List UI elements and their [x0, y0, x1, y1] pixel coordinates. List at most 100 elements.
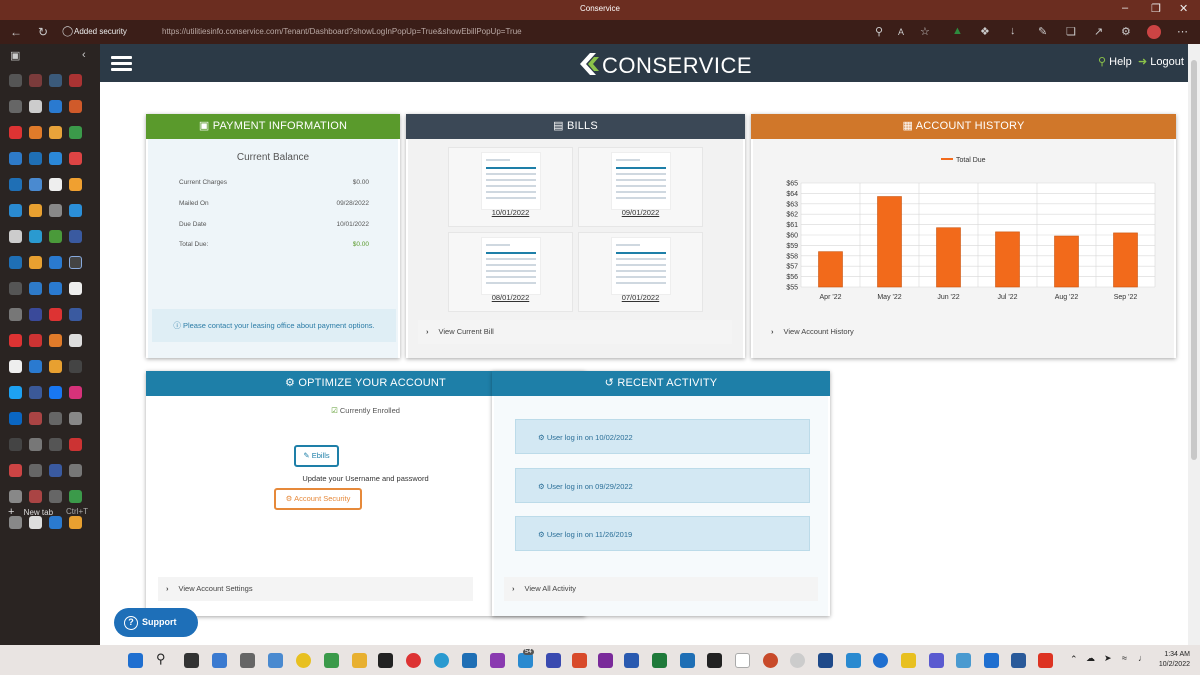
tab-icon[interactable]	[49, 360, 62, 373]
tab-icon[interactable]	[69, 126, 82, 139]
tab-icon[interactable]	[29, 256, 42, 269]
logout-link[interactable]: ➜ Logout	[1138, 55, 1184, 68]
tab-icon[interactable]	[69, 386, 82, 399]
bill-date[interactable]: 10/01/2022	[449, 208, 572, 217]
tab-actions-icon[interactable]: ▣	[10, 49, 20, 62]
share-icon[interactable]: ↗	[1094, 25, 1103, 38]
tab-icon[interactable]	[9, 126, 22, 139]
close-icon[interactable]: ✕	[1179, 2, 1188, 15]
app-icon[interactable]	[1038, 653, 1053, 668]
tab-icon[interactable]	[29, 308, 42, 321]
url-field[interactable]: https://utilitiesinfo.conservice.com/Ten…	[162, 27, 522, 36]
collapse-sidebar-icon[interactable]: ‹	[82, 49, 86, 61]
app-icon[interactable]	[956, 653, 971, 668]
tab-icon[interactable]	[29, 334, 42, 347]
tab-icon[interactable]	[9, 334, 22, 347]
task-view-icon[interactable]	[184, 653, 199, 668]
tab-icon[interactable]	[29, 282, 42, 295]
app-icon[interactable]	[378, 653, 393, 668]
view-all-activity-link[interactable]: › View All Activity	[504, 577, 818, 601]
tab-icon[interactable]	[9, 308, 22, 321]
start-icon[interactable]	[128, 653, 143, 668]
tab-icon[interactable]	[9, 438, 22, 451]
tab-icon[interactable]	[29, 204, 42, 217]
settings-app-icon[interactable]	[240, 653, 255, 668]
tray-chevron-icon[interactable]: ⌃	[1070, 654, 1078, 665]
outlook-icon[interactable]	[680, 653, 695, 668]
tab-icon[interactable]	[9, 100, 22, 113]
tab-icon[interactable]	[29, 386, 42, 399]
defender-icon[interactable]	[984, 653, 999, 668]
tab-icon[interactable]	[49, 100, 62, 113]
tab-icon[interactable]	[49, 386, 62, 399]
collections-icon[interactable]: ❏	[1066, 25, 1076, 38]
tab-icon[interactable]	[9, 360, 22, 373]
security-label[interactable]: Added security	[74, 27, 127, 36]
tab-icon-active[interactable]	[69, 256, 82, 269]
tab-icon[interactable]	[49, 464, 62, 477]
app-icon[interactable]	[546, 653, 561, 668]
tab-icon[interactable]	[49, 438, 62, 451]
shield-icon[interactable]: ◯	[62, 26, 73, 37]
tab-icon[interactable]	[29, 464, 42, 477]
tab-icon[interactable]	[29, 412, 42, 425]
tab-icon[interactable]	[9, 490, 22, 503]
send-icon[interactable]: ➤	[1104, 653, 1112, 664]
help-app-icon[interactable]	[873, 653, 888, 668]
settings-icon[interactable]: ⚙	[1121, 25, 1131, 38]
view-account-settings-link[interactable]: › View Account Settings	[158, 577, 473, 601]
tab-icon[interactable]	[49, 152, 62, 165]
tab-icon[interactable]	[69, 178, 82, 191]
tab-icon[interactable]	[49, 334, 62, 347]
bill-thumbnail[interactable]: 08/01/2022	[448, 232, 573, 312]
minimize-icon[interactable]: –	[1122, 2, 1128, 14]
tab-icon[interactable]	[69, 74, 82, 87]
tab-icon[interactable]	[69, 230, 82, 243]
bill-thumbnail[interactable]: 07/01/2022	[578, 232, 703, 312]
edit-icon[interactable]: ✎	[1038, 25, 1047, 38]
notepad-icon[interactable]	[735, 653, 750, 668]
tab-icon[interactable]	[49, 256, 62, 269]
onenote-icon[interactable]	[598, 653, 613, 668]
account-security-button[interactable]: ⚙ Account Security	[274, 488, 362, 510]
tab-icon[interactable]	[69, 412, 82, 425]
tab-icon[interactable]	[29, 100, 42, 113]
scrollbar-thumb[interactable]	[1191, 60, 1197, 460]
edge-icon[interactable]	[518, 653, 533, 668]
app-icon[interactable]	[296, 653, 311, 668]
more-icon[interactable]: ⋯	[1177, 25, 1188, 38]
tab-icon[interactable]	[69, 204, 82, 217]
tab-icon[interactable]	[69, 152, 82, 165]
support-button[interactable]: ? Support	[114, 608, 198, 637]
tab-icon[interactable]	[49, 230, 62, 243]
file-explorer-icon[interactable]	[352, 653, 367, 668]
volume-icon[interactable]: ♩	[1138, 653, 1147, 663]
tab-icon[interactable]	[29, 360, 42, 373]
app-icon[interactable]	[763, 653, 778, 668]
tab-icon[interactable]	[69, 464, 82, 477]
tab-icon[interactable]	[49, 126, 62, 139]
new-tab-button[interactable]: + New tab Ctrl+T	[8, 506, 92, 518]
ebills-button[interactable]: ✎ Ebills	[294, 445, 339, 467]
app-icon[interactable]	[818, 653, 833, 668]
bill-thumbnail[interactable]: 10/01/2022	[448, 147, 573, 227]
bill-date[interactable]: 09/01/2022	[579, 208, 702, 217]
tab-icon[interactable]	[29, 438, 42, 451]
app-icon[interactable]	[268, 653, 283, 668]
back-icon[interactable]: ←	[10, 25, 22, 39]
widgets-icon[interactable]	[212, 653, 227, 668]
tab-icon[interactable]	[9, 464, 22, 477]
help-link[interactable]: ⚲ Help	[1098, 55, 1132, 68]
tab-icon[interactable]	[9, 386, 22, 399]
tab-icon[interactable]	[69, 360, 82, 373]
excel-icon[interactable]	[652, 653, 667, 668]
view-account-history-link[interactable]: › View Account History	[763, 320, 1163, 344]
tab-icon[interactable]	[9, 256, 22, 269]
tab-icon[interactable]	[9, 412, 22, 425]
tab-icon[interactable]	[29, 126, 42, 139]
word-icon[interactable]	[624, 653, 639, 668]
avatar[interactable]	[1147, 25, 1161, 39]
search-icon[interactable]: ⚲	[156, 651, 171, 666]
tab-icon[interactable]	[69, 438, 82, 451]
tab-icon[interactable]	[49, 490, 62, 503]
